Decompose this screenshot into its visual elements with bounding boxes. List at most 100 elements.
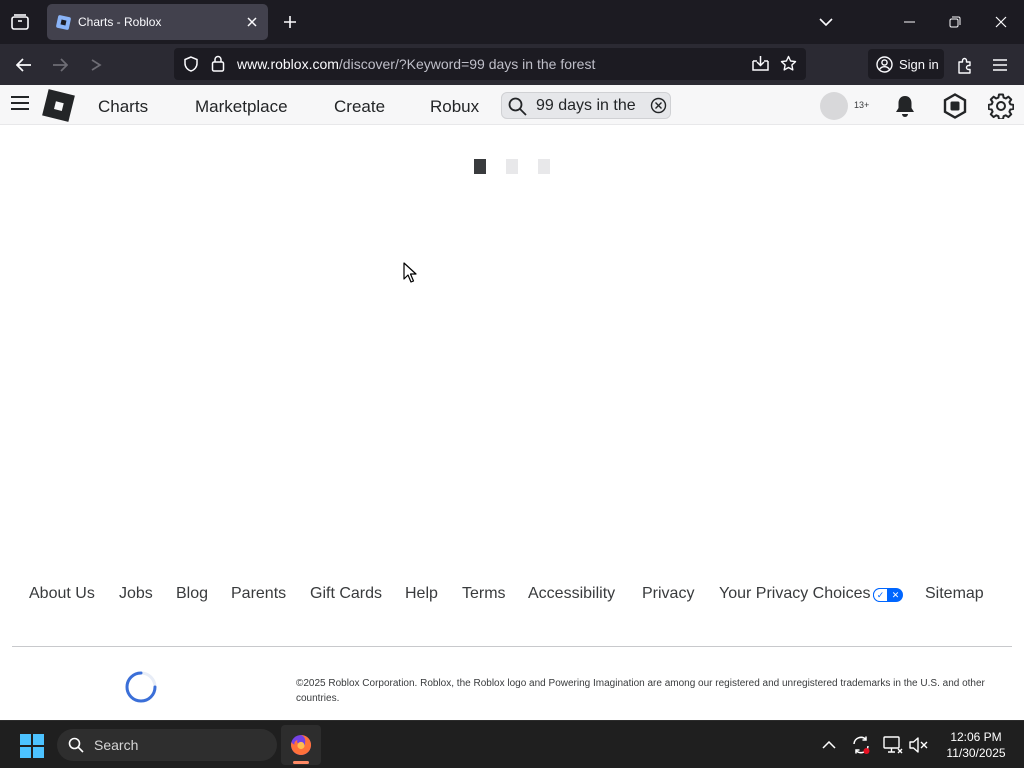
- clear-search-button[interactable]: [648, 97, 667, 118]
- stop-loading-button[interactable]: [81, 50, 111, 80]
- notifications-button[interactable]: [892, 93, 918, 119]
- url-text[interactable]: www.roblox.com/discover/?Keyword=99 days…: [237, 56, 595, 72]
- robux-button[interactable]: [942, 93, 968, 119]
- loading-dot: [538, 159, 550, 174]
- footer-divider: [12, 646, 1012, 647]
- footer-link-privacy[interactable]: Privacy: [642, 585, 694, 603]
- footer-link-privacy-choices[interactable]: Your Privacy Choices: [719, 585, 870, 603]
- loading-stop-icon: [91, 59, 102, 71]
- app-menu-button[interactable]: [985, 50, 1015, 80]
- chevron-up-icon: [822, 741, 836, 749]
- settings-button[interactable]: [988, 93, 1014, 119]
- taskbar-search-box[interactable]: Search: [57, 729, 277, 761]
- roblox-menu-button[interactable]: [10, 95, 30, 115]
- lock-icon[interactable]: [211, 55, 225, 77]
- taskbar-firefox-button[interactable]: [281, 725, 321, 765]
- roblox-header: Charts Marketplace Create Robux 99 days …: [0, 85, 1024, 125]
- puzzle-icon: [958, 57, 971, 74]
- footer-link-sitemap[interactable]: Sitemap: [925, 585, 984, 603]
- tab-title: Charts - Roblox: [78, 15, 162, 29]
- close-tab-button[interactable]: [240, 10, 264, 34]
- footer-link-terms[interactable]: Terms: [462, 585, 506, 603]
- footer-link-parents[interactable]: Parents: [231, 585, 286, 603]
- firefox-view-icon: [11, 14, 29, 30]
- firefox-icon: [291, 734, 312, 755]
- roblox-favicon-icon: [55, 14, 72, 30]
- save-to-pocket-download-icon[interactable]: [752, 55, 769, 77]
- close-window-button[interactable]: [978, 0, 1024, 44]
- footer-link-jobs[interactable]: Jobs: [119, 585, 153, 603]
- extensions-button[interactable]: [950, 50, 980, 80]
- page-loading-indicator: [474, 159, 550, 174]
- footer-link-about-us[interactable]: About Us: [29, 585, 95, 603]
- minimize-button[interactable]: [886, 0, 932, 44]
- sync-icon: [853, 736, 870, 754]
- loading-dot: [474, 159, 486, 174]
- back-button[interactable]: [9, 50, 39, 80]
- windows-taskbar: Search 12:06 PM 11/30/2025: [0, 720, 1024, 768]
- arrow-left-icon: [16, 58, 31, 72]
- url-host: www.roblox.com: [237, 56, 339, 72]
- gear-icon: [988, 93, 1014, 119]
- hamburger-icon: [993, 59, 1007, 71]
- volume-muted-icon: [909, 737, 928, 753]
- taskbar-clock[interactable]: 12:06 PM 11/30/2025: [938, 729, 1014, 761]
- sync-status-button[interactable]: [850, 734, 872, 756]
- restore-button[interactable]: [932, 0, 978, 44]
- mouse-cursor-icon: [403, 262, 417, 288]
- windows-start-button[interactable]: [20, 734, 44, 758]
- nav-create[interactable]: Create: [334, 97, 385, 117]
- clock-time: 12:06 PM: [950, 730, 1002, 744]
- hamburger-icon: [11, 96, 29, 110]
- network-monitor-icon: [883, 736, 903, 754]
- active-tab[interactable]: Charts - Roblox: [47, 4, 268, 40]
- taskbar-search-label: Search: [94, 737, 139, 753]
- volume-button[interactable]: [908, 734, 930, 756]
- privacy-choices-toggle-icon[interactable]: ✓ ✕: [873, 588, 903, 602]
- sign-in-label: Sign in: [899, 56, 939, 72]
- nav-robux[interactable]: Robux: [430, 97, 479, 117]
- plus-icon: [284, 16, 296, 28]
- url-path: /discover/?Keyword=99 days in the forest: [338, 56, 596, 72]
- list-all-tabs-button[interactable]: [812, 8, 840, 36]
- avatar[interactable]: [820, 92, 848, 120]
- footer-links: About Us Jobs Blog Parents Gift Cards He…: [0, 585, 1024, 609]
- age-badge: 13+: [854, 100, 870, 110]
- restore-icon: [949, 16, 961, 28]
- show-hidden-icons-button[interactable]: [818, 734, 840, 756]
- minimize-icon: [903, 21, 915, 23]
- footer-link-accessibility[interactable]: Accessibility: [528, 585, 615, 603]
- footer-link-help[interactable]: Help: [405, 585, 438, 603]
- account-icon: [876, 55, 893, 73]
- bell-icon: [896, 96, 914, 117]
- footer-link-gift-cards[interactable]: Gift Cards: [310, 585, 382, 603]
- arrow-right-icon: [53, 58, 68, 72]
- clear-circle-icon: [650, 97, 667, 114]
- sign-in-button[interactable]: Sign in: [868, 49, 944, 79]
- new-tab-button[interactable]: [276, 8, 304, 36]
- search-icon: [68, 737, 84, 753]
- firefox-view-button[interactable]: [6, 10, 34, 34]
- url-bar[interactable]: www.roblox.com/discover/?Keyword=99 days…: [174, 48, 806, 80]
- search-icon: [508, 97, 527, 118]
- close-icon: [247, 17, 257, 27]
- network-button[interactable]: [882, 734, 904, 756]
- tracking-protection-shield-icon[interactable]: [183, 56, 199, 77]
- nav-marketplace[interactable]: Marketplace: [195, 97, 288, 117]
- roblox-logo[interactable]: [42, 89, 75, 122]
- browser-nav-bar: www.roblox.com/discover/?Keyword=99 days…: [0, 44, 1024, 85]
- loading-spinner-icon: [124, 670, 158, 704]
- nav-charts[interactable]: Charts: [98, 97, 148, 117]
- footer-link-blog[interactable]: Blog: [176, 585, 208, 603]
- clock-date: 11/30/2025: [946, 746, 1006, 760]
- active-app-indicator: [293, 761, 309, 764]
- copyright-text: ©2025 Roblox Corporation. Roblox, the Ro…: [296, 678, 985, 704]
- forward-button[interactable]: [45, 50, 75, 80]
- bookmark-star-icon[interactable]: [780, 55, 797, 77]
- roblox-search-input[interactable]: 99 days in the: [501, 92, 671, 119]
- chevron-down-icon: [819, 18, 833, 26]
- close-icon: [995, 16, 1007, 28]
- loading-dot: [506, 159, 518, 174]
- search-query-text: 99 days in the: [536, 97, 636, 114]
- browser-tab-bar: Charts - Roblox: [0, 0, 1024, 44]
